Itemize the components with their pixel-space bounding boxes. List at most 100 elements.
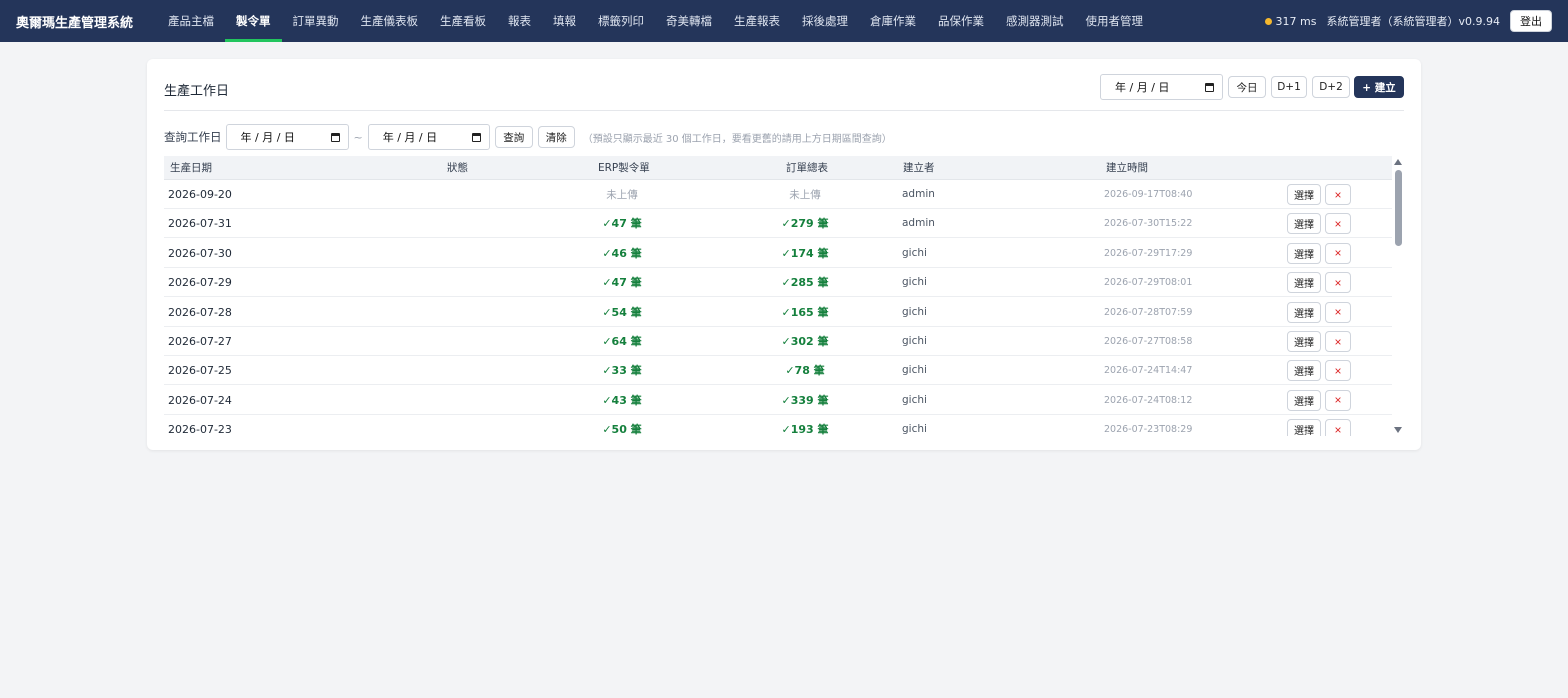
create-date-input[interactable]: 年 / 月 / 日 <box>1100 74 1223 100</box>
delete-icon[interactable]: × <box>1325 301 1351 323</box>
cell-time: 2026-07-27T08:58 <box>1104 336 1193 347</box>
summary-status: ✓339 筆 <box>781 393 829 407</box>
erp-status: 未上傳 <box>606 189 638 201</box>
nav-item-0[interactable]: 產品主檔 <box>157 0 225 42</box>
card-divider <box>164 110 1404 111</box>
nav-item-4[interactable]: 生產看板 <box>429 0 497 42</box>
table-scrollbar[interactable] <box>1392 156 1405 436</box>
cell-time: 2026-07-29T08:01 <box>1104 277 1193 289</box>
cell-date: 2026-07-28 <box>168 305 232 319</box>
scroll-down-arrow-icon[interactable] <box>1394 427 1402 433</box>
summary-status: ✓174 筆 <box>781 246 829 260</box>
table-row: 2026-07-24 ✓43 筆 ✓339 筆 gichi 2026-07-24T08:… <box>164 386 1392 415</box>
table-header: 生產日期 狀態 ERP製令單 訂單總表 建立者 建立時間 <box>164 156 1392 180</box>
select-button[interactable]: 選擇 <box>1287 419 1321 436</box>
nav-item-10[interactable]: 採後處理 <box>791 0 859 42</box>
today-button[interactable]: 今日 <box>1228 76 1266 98</box>
delete-icon[interactable]: × <box>1325 272 1351 294</box>
cell-actions: 選擇 × <box>1287 213 1351 235</box>
nav-item-9[interactable]: 生產報表 <box>723 0 791 42</box>
query-label: 查詢工作日 <box>164 130 222 144</box>
cell-creator: gichi <box>902 305 927 318</box>
header-time: 建立時間 <box>1106 162 1148 174</box>
select-button[interactable]: 選擇 <box>1287 360 1321 382</box>
cell-time: 2026-09-17T08:40 <box>1104 189 1193 200</box>
select-button[interactable]: 選擇 <box>1287 301 1321 323</box>
table-row: 2026-07-25 ✓33 筆 ✓78 筆 gichi 2026-07-24T14:4… <box>164 356 1392 386</box>
card-title: 生產工作日 <box>164 84 230 99</box>
select-button[interactable]: 選擇 <box>1287 272 1321 294</box>
summary-status: ✓78 筆 <box>785 364 825 378</box>
cell-time: 2026-07-24T14:47 <box>1104 365 1193 377</box>
nav-item-13[interactable]: 感測器測試 <box>995 0 1075 42</box>
delete-icon[interactable]: × <box>1325 331 1351 352</box>
calendar-icon[interactable] <box>471 132 481 142</box>
nav-item-7[interactable]: 標籤列印 <box>587 0 655 42</box>
top-right-status: 317 ms 系統管理者（系統管理者）v0.9.94 登出 <box>1264 0 1552 42</box>
d-plus-2-button[interactable]: D+2 <box>1312 76 1350 98</box>
nav-item-3[interactable]: 生產儀表板 <box>350 0 430 42</box>
clear-button[interactable]: 清除 <box>537 126 575 148</box>
cell-time: 2026-07-24T08:12 <box>1104 394 1193 406</box>
query-row: 查詢工作日 年 / 月 / 日 ~ 年 / 月 / 日 查詢 清除 （預設只顯示… <box>164 124 892 150</box>
query-start-date-input[interactable]: 年 / 月 / 日 <box>225 124 349 150</box>
cell-time: 2026-07-23T08:29 <box>1104 424 1193 436</box>
erp-status: ✓46 筆 <box>602 246 642 260</box>
calendar-icon[interactable] <box>1205 82 1214 92</box>
select-button[interactable]: 選擇 <box>1287 184 1321 205</box>
main-nav: 產品主檔 製令單 訂單異動 生產儀表板 生產看板 報表 填報 標籤列印 奇美轉檔 生產報表 採後處理… <box>157 0 1154 42</box>
erp-status: ✓33 筆 <box>602 364 642 378</box>
cell-date: 2026-07-30 <box>168 246 232 260</box>
delete-icon[interactable]: × <box>1325 242 1351 264</box>
query-end-date-input[interactable]: 年 / 月 / 日 <box>367 124 490 150</box>
cell-creator: gichi <box>902 393 927 406</box>
select-button[interactable]: 選擇 <box>1287 331 1321 352</box>
cell-actions: 選擇 × <box>1287 360 1351 382</box>
header-date: 生產日期 <box>170 162 212 174</box>
delete-icon[interactable]: × <box>1325 360 1351 382</box>
nav-item-14[interactable]: 使用者管理 <box>1075 0 1155 42</box>
scroll-up-arrow-icon[interactable] <box>1394 159 1402 165</box>
query-hint: （預設只顯示最近 30 個工作日，要看更舊的請用上方日期區間查詢） <box>582 133 892 145</box>
cell-actions: 選擇 × <box>1287 301 1351 324</box>
cell-creator: admin <box>902 188 935 200</box>
create-button[interactable]: + 建立 <box>1354 76 1404 98</box>
cell-date: 2026-07-31 <box>168 217 232 231</box>
table-row: 2026-07-30 ✓46 筆 ✓174 筆 gichi 2026-07-29T17:… <box>164 239 1392 268</box>
nav-item-12[interactable]: 品保作業 <box>927 0 995 42</box>
scrollbar-thumb[interactable] <box>1395 170 1402 246</box>
nav-item-6[interactable]: 填報 <box>542 0 587 42</box>
search-button[interactable]: 查詢 <box>494 126 533 148</box>
erp-status: ✓47 筆 <box>602 217 642 231</box>
cell-creator: gichi <box>902 423 927 436</box>
create-date-placeholder: 年 / 月 / 日 <box>1115 81 1170 94</box>
d-plus-1-button[interactable]: D+1 <box>1271 76 1307 98</box>
nav-item-1[interactable]: 製令單 <box>225 0 282 42</box>
header-creator: 建立者 <box>903 162 935 174</box>
delete-icon[interactable]: × <box>1325 419 1351 436</box>
cell-time: 2026-07-29T17:29 <box>1104 247 1193 259</box>
nav-item-2[interactable]: 訂單異動 <box>282 0 350 42</box>
nav-item-8[interactable]: 奇美轉檔 <box>655 0 723 42</box>
range-separator: ~ <box>353 130 363 144</box>
nav-item-11[interactable]: 倉庫作業 <box>859 0 927 42</box>
cell-creator: gichi <box>902 364 927 377</box>
summary-status: ✓193 筆 <box>781 423 829 436</box>
delete-icon[interactable]: × <box>1325 184 1351 205</box>
erp-status: ✓64 筆 <box>602 335 642 348</box>
query-start-placeholder: 年 / 月 / 日 <box>240 131 295 144</box>
cell-date: 2026-07-29 <box>168 276 232 290</box>
cell-creator: gichi <box>902 276 927 289</box>
nav-item-5[interactable]: 報表 <box>497 0 542 42</box>
delete-icon[interactable]: × <box>1325 389 1351 411</box>
cell-time: 2026-07-30T15:22 <box>1104 218 1193 230</box>
logout-button[interactable]: 登出 <box>1510 10 1552 32</box>
cell-date: 2026-07-27 <box>168 335 232 348</box>
select-button[interactable]: 選擇 <box>1287 242 1321 264</box>
cell-actions: 選擇 × <box>1287 272 1351 294</box>
select-button[interactable]: 選擇 <box>1287 213 1321 235</box>
calendar-icon[interactable] <box>330 132 340 142</box>
delete-icon[interactable]: × <box>1325 213 1351 235</box>
select-button[interactable]: 選擇 <box>1287 389 1321 411</box>
cell-date: 2026-09-20 <box>168 188 232 201</box>
